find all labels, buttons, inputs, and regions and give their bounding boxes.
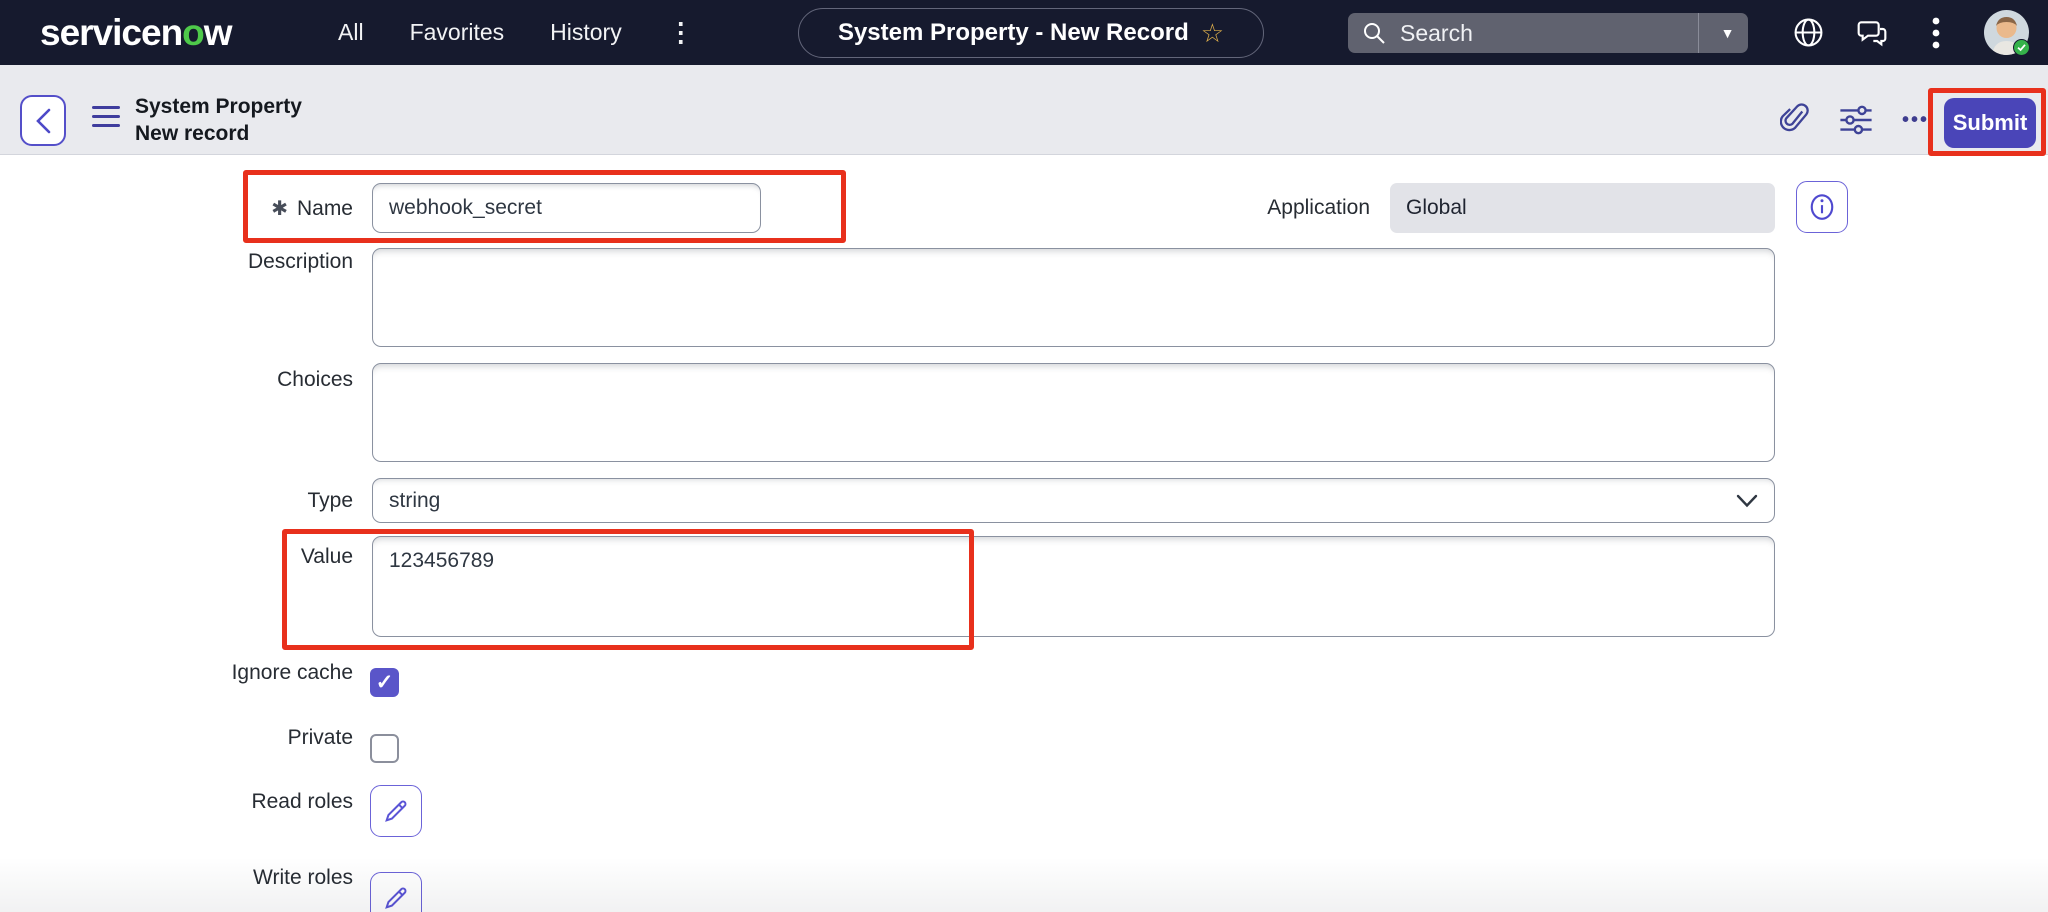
top-nav-menu: All Favorites History ⋮ (338, 0, 694, 65)
kebab-menu-icon[interactable] (1916, 0, 1956, 65)
personalize-sliders-icon[interactable] (1838, 103, 1874, 137)
top-navigation-bar: servicenow All Favorites History ⋮ Syste… (0, 0, 2048, 65)
pencil-icon (382, 797, 410, 825)
record-title-table: System Property (135, 93, 302, 120)
ignore-cache-field-label: Ignore cache (150, 661, 353, 685)
check-icon: ✓ (376, 670, 394, 695)
nav-item-all[interactable]: All (338, 19, 364, 46)
current-record-tab-label: System Property - New Record (838, 19, 1189, 47)
record-title: System Property New record (135, 93, 302, 147)
logo-text-prefix: servicen (40, 12, 182, 54)
chevron-down-icon (1736, 494, 1758, 508)
nav-overflow-icon[interactable]: ⋮ (668, 17, 694, 48)
chat-icon[interactable] (1852, 0, 1892, 65)
global-search[interactable]: ▼ (1348, 13, 1748, 53)
attachment-paperclip-icon[interactable] (1780, 103, 1810, 137)
globe-icon[interactable] (1788, 0, 1828, 65)
info-icon (1807, 192, 1837, 222)
value-textarea[interactable]: 123456789 (372, 536, 1775, 637)
application-input: Global (1390, 183, 1775, 233)
required-field-marker: ✱ (271, 198, 288, 220)
form-context-menu-icon[interactable] (92, 106, 120, 127)
type-select[interactable]: string (372, 478, 1775, 523)
private-checkbox[interactable] (370, 734, 399, 763)
form-header-actions: ••• (1780, 92, 1929, 148)
back-button[interactable] (20, 95, 66, 146)
description-field-label: Description (150, 250, 353, 274)
name-input[interactable] (372, 183, 761, 233)
choices-textarea[interactable] (372, 363, 1775, 462)
logo-green-letter: o (182, 12, 204, 54)
description-textarea[interactable] (372, 248, 1775, 347)
form-header-bar (0, 65, 2048, 155)
current-record-tab[interactable]: System Property - New Record ☆ (798, 8, 1264, 58)
search-input[interactable] (1398, 19, 1698, 48)
chevron-down-icon: ▼ (1721, 25, 1735, 41)
application-info-button[interactable] (1796, 181, 1848, 233)
private-field-label: Private (150, 726, 353, 750)
search-scope-dropdown[interactable]: ▼ (1698, 13, 1756, 53)
read-roles-edit-button[interactable] (370, 785, 422, 837)
write-roles-edit-button[interactable] (370, 872, 422, 912)
record-title-name: New record (135, 120, 302, 147)
more-actions-icon[interactable]: ••• (1902, 109, 1929, 132)
favorite-star-icon[interactable]: ☆ (1201, 20, 1224, 46)
type-select-value: string (389, 489, 440, 513)
write-roles-field-label: Write roles (150, 866, 353, 890)
servicenow-window: servicenow All Favorites History ⋮ Syste… (0, 0, 2048, 912)
status-online-badge (2013, 39, 2030, 56)
value-field-label: Value (150, 545, 353, 569)
nav-item-history[interactable]: History (550, 19, 622, 46)
search-icon (1362, 21, 1386, 45)
submit-button[interactable]: Submit (1944, 98, 2036, 148)
application-field-label: Application (1150, 196, 1370, 220)
nav-item-favorites[interactable]: Favorites (410, 19, 505, 46)
pencil-icon (382, 884, 410, 912)
type-field-label: Type (150, 489, 353, 513)
choices-field-label: Choices (150, 368, 353, 392)
user-avatar[interactable] (1984, 10, 2029, 55)
ignore-cache-checkbox[interactable]: ✓ (370, 668, 399, 697)
name-field-label: ✱Name (150, 196, 353, 221)
chevron-left-icon (35, 108, 52, 134)
servicenow-logo[interactable]: servicenow (40, 0, 232, 65)
read-roles-field-label: Read roles (150, 790, 353, 814)
logo-text-suffix: w (204, 12, 232, 54)
